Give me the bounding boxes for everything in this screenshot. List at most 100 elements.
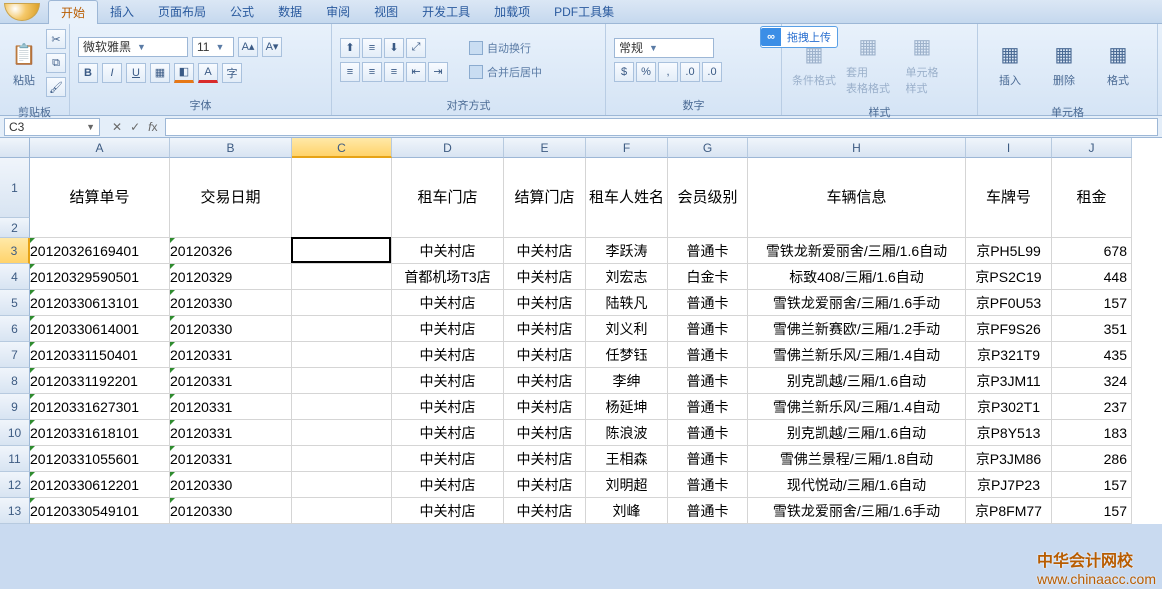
table-cell[interactable] [292, 420, 392, 446]
table-cell[interactable] [292, 394, 392, 420]
table-cell[interactable]: 雪佛兰新乐风/三厢/1.4自动 [748, 342, 966, 368]
row-header[interactable]: 11 [0, 446, 30, 472]
table-cell[interactable]: 20120329 [170, 264, 292, 290]
column-header[interactable]: C [292, 138, 392, 158]
table-cell[interactable]: 20120331 [170, 394, 292, 420]
cut-button[interactable]: ✂ [46, 29, 66, 49]
table-cell[interactable]: 20120330613101 [30, 290, 170, 316]
table-cell[interactable]: 20120331627301 [30, 394, 170, 420]
table-cell[interactable]: 183 [1052, 420, 1132, 446]
align-bottom-button[interactable]: ⬇ [384, 38, 404, 58]
table-cell[interactable]: 京PF9S26 [966, 316, 1052, 342]
table-cell[interactable]: 雪佛兰新赛欧/三厢/1.2手动 [748, 316, 966, 342]
table-cell[interactable]: 中关村店 [504, 472, 586, 498]
table-cell[interactable]: 别克凯越/三厢/1.6自动 [748, 368, 966, 394]
table-cell[interactable]: 刘宏志 [586, 264, 668, 290]
row-header[interactable]: 7 [0, 342, 30, 368]
table-cell[interactable]: 20120331150401 [30, 342, 170, 368]
number-format-combo[interactable]: 常规▼ [614, 38, 714, 58]
table-cell[interactable]: 中关村店 [504, 316, 586, 342]
table-cell[interactable]: 王相森 [586, 446, 668, 472]
table-cell[interactable]: 20120331 [170, 368, 292, 394]
table-cell[interactable]: 678 [1052, 238, 1132, 264]
table-cell[interactable]: 京P8FM77 [966, 498, 1052, 524]
row-header[interactable]: 13 [0, 498, 30, 524]
table-cell[interactable] [292, 368, 392, 394]
table-cell[interactable]: 20120330 [170, 498, 292, 524]
table-cell[interactable] [504, 218, 586, 238]
paste-button[interactable]: 📋 粘贴 [8, 28, 40, 98]
column-header[interactable]: G [668, 138, 748, 158]
table-cell[interactable]: 20120331055601 [30, 446, 170, 472]
table-cell[interactable]: 陆轶凡 [586, 290, 668, 316]
table-cell[interactable]: 中关村店 [392, 394, 504, 420]
table-cell[interactable]: 中关村店 [504, 394, 586, 420]
table-cell[interactable] [292, 342, 392, 368]
decrease-decimal-button[interactable]: .0 [702, 62, 722, 82]
copy-button[interactable]: ⧉ [46, 53, 66, 73]
row-header[interactable]: 3 [0, 238, 30, 264]
table-cell[interactable] [30, 218, 170, 238]
format-cells-button[interactable]: ▦格式 [1094, 28, 1142, 98]
wrap-text-button[interactable]: 自动换行 [462, 38, 549, 58]
table-cell[interactable]: 杨延坤 [586, 394, 668, 420]
column-header[interactable]: J [1052, 138, 1132, 158]
table-cell[interactable]: 京PH5L99 [966, 238, 1052, 264]
table-cell[interactable]: 中关村店 [392, 472, 504, 498]
table-cell[interactable]: 首都机场T3店 [392, 264, 504, 290]
comma-button[interactable]: , [658, 62, 678, 82]
table-cell[interactable] [292, 316, 392, 342]
column-header[interactable]: A [30, 138, 170, 158]
table-cell[interactable]: 雪铁龙新爱丽舍/三厢/1.6自动 [748, 238, 966, 264]
row-header[interactable]: 12 [0, 472, 30, 498]
table-cell[interactable]: 中关村店 [504, 238, 586, 264]
table-cell[interactable]: 中关村店 [504, 342, 586, 368]
table-cell[interactable]: 雪铁龙爱丽舍/三厢/1.6手动 [748, 498, 966, 524]
ribbon-tab[interactable]: 数据 [266, 0, 314, 24]
table-cell[interactable]: 20120331 [170, 420, 292, 446]
table-cell[interactable] [292, 498, 392, 524]
table-cell[interactable]: 普通卡 [668, 498, 748, 524]
align-right-button[interactable]: ≡ [384, 62, 404, 82]
table-cell[interactable]: 20120331 [170, 342, 292, 368]
ribbon-tab[interactable]: 页面布局 [146, 0, 218, 24]
table-cell[interactable]: 中关村店 [392, 446, 504, 472]
table-cell[interactable]: 普通卡 [668, 368, 748, 394]
row-header[interactable]: 10 [0, 420, 30, 446]
increase-font-button[interactable]: A▴ [238, 37, 258, 57]
worksheet-grid[interactable]: ABCDEFGHIJ 1结算单号交易日期租车门店结算门店租车人姓名会员级别车辆信… [0, 138, 1162, 524]
underline-button[interactable]: U [126, 63, 146, 83]
column-header[interactable]: D [392, 138, 504, 158]
table-cell[interactable] [668, 218, 748, 238]
ribbon-tab[interactable]: 开始 [48, 0, 98, 24]
percent-button[interactable]: % [636, 62, 656, 82]
table-cell[interactable]: 普通卡 [668, 394, 748, 420]
table-cell[interactable]: 中关村店 [504, 420, 586, 446]
table-cell[interactable]: 351 [1052, 316, 1132, 342]
table-cell[interactable]: 京P302T1 [966, 394, 1052, 420]
table-cell[interactable]: 20120331618101 [30, 420, 170, 446]
table-cell[interactable]: 324 [1052, 368, 1132, 394]
table-cell[interactable] [392, 218, 504, 238]
table-cell[interactable] [292, 472, 392, 498]
ribbon-tab[interactable]: 审阅 [314, 0, 362, 24]
ribbon-tab[interactable]: 开发工具 [410, 0, 482, 24]
align-center-button[interactable]: ≡ [362, 62, 382, 82]
table-cell[interactable]: 20120326169401 [30, 238, 170, 264]
enter-icon[interactable]: ✓ [130, 120, 140, 134]
border-button[interactable]: ▦ [150, 63, 170, 83]
table-cell[interactable]: 中关村店 [392, 368, 504, 394]
fill-color-button[interactable]: ◧ [174, 63, 194, 83]
table-cell[interactable]: 普通卡 [668, 446, 748, 472]
upload-badge[interactable]: ∞ 拖拽上传 [760, 26, 838, 48]
ribbon-tab[interactable]: 视图 [362, 0, 410, 24]
table-cell[interactable]: 刘峰 [586, 498, 668, 524]
office-button[interactable] [4, 3, 40, 21]
phonetic-button[interactable]: 字 [222, 63, 242, 83]
table-cell[interactable]: 中关村店 [392, 498, 504, 524]
table-cell[interactable]: 435 [1052, 342, 1132, 368]
delete-cells-button[interactable]: ▦删除 [1040, 28, 1088, 98]
table-cell[interactable]: 京PJ7P23 [966, 472, 1052, 498]
table-cell[interactable]: 刘明超 [586, 472, 668, 498]
table-cell[interactable]: 普通卡 [668, 342, 748, 368]
